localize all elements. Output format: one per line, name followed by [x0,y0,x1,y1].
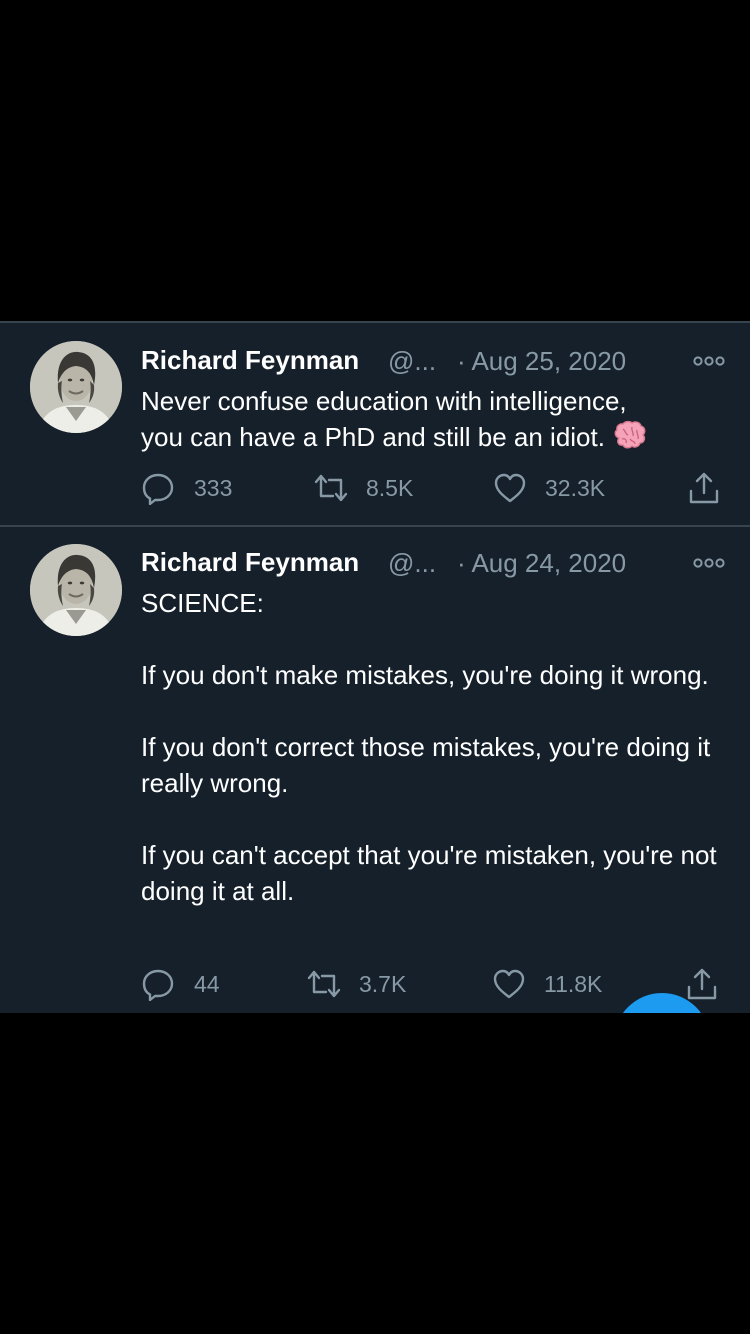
retweet-icon [307,970,341,998]
author-handle[interactable]: @... [388,548,436,579]
like-count: 32.3K [545,475,606,501]
tweet-date[interactable]: · Aug 24, 2020 [457,548,626,579]
retweet-button[interactable]: 8.5K [312,469,432,509]
reply-button[interactable]: 44 [141,965,241,1005]
like-count: 11.8K [544,971,603,997]
tweet-paragraph: SCIENCE: [141,588,264,618]
retweet-button[interactable]: 3.7K [305,965,425,1005]
tweet[interactable]: Richard Feynman @... · Aug 24, 2020 SCIE… [0,527,750,1013]
reply-count: 333 [194,475,233,501]
tweet-header: Richard Feynman @... · Aug 24, 2020 [141,547,726,579]
author-name[interactable]: Richard Feynman [141,345,359,376]
reply-icon [142,969,174,1001]
retweet-count: 8.5K [366,475,414,501]
retweet-icon [314,474,348,502]
tweet-paragraph: If you can't accept that you're mistaken… [141,840,717,906]
share-button[interactable] [687,469,721,509]
like-button[interactable]: 11.8K [492,965,622,1005]
reply-icon [142,473,174,505]
share-icon [687,968,717,1000]
brain-emoji-icon [613,420,647,450]
tweet-paragraph: If you don't make mistakes, you're doing… [141,660,709,690]
avatar[interactable] [30,341,122,433]
tweet[interactable]: Richard Feynman @... · Aug 25, 2020 Neve… [0,323,750,525]
share-button[interactable] [685,965,719,1005]
share-icon [689,472,719,504]
tweet-text: SCIENCE: If you don't make mistakes, you… [141,585,721,909]
author-handle[interactable]: @... [388,346,436,377]
tweet-actions: 333 8.5K 32.3K [0,469,750,509]
tweet-text: Never confuse education with intelligenc… [141,383,721,455]
tweet-paragraph: If you don't correct those mistakes, you… [141,732,711,798]
timeline: Richard Feynman @... · Aug 25, 2020 Neve… [0,321,750,1013]
heart-icon [494,473,526,503]
reply-button[interactable]: 333 [141,469,251,509]
tweet-date[interactable]: · Aug 25, 2020 [457,346,626,377]
heart-icon [493,969,525,999]
more-options-icon[interactable] [692,549,726,577]
tweet-text-line: you can have a PhD and still be an idiot… [141,422,605,452]
reply-count: 44 [194,971,220,997]
like-button[interactable]: 32.3K [493,469,623,509]
more-options-icon[interactable] [692,347,726,375]
tweet-text-line-with-emoji: you can have a PhD and still be an idiot… [141,419,721,455]
author-name[interactable]: Richard Feynman [141,547,359,578]
avatar[interactable] [30,544,122,636]
retweet-count: 3.7K [359,971,407,997]
tweet-header: Richard Feynman @... · Aug 25, 2020 [141,345,726,377]
tweet-text-line: Never confuse education with intelligenc… [141,386,627,416]
